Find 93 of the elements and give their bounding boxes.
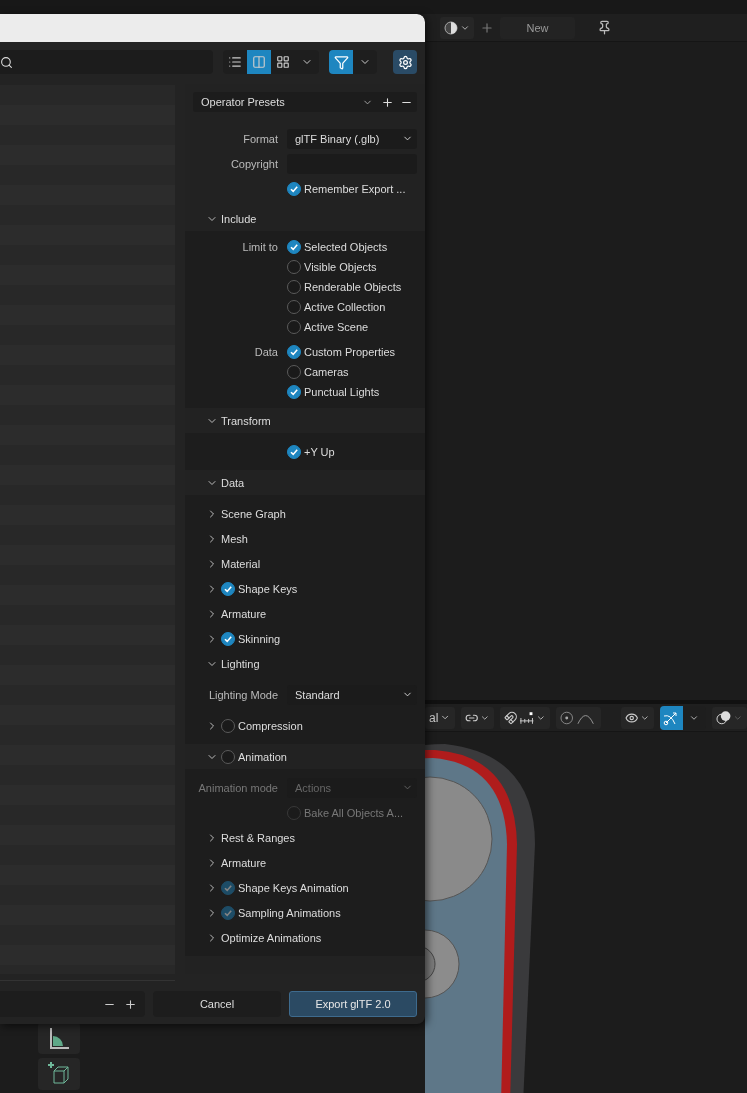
ruler-angle-icon [47,1026,71,1050]
checkbox[interactable] [287,385,301,399]
check-icon [289,387,299,397]
checkbox-label: Selected Objects [304,241,388,253]
new-field[interactable]: New [500,16,575,39]
dot-circle-icon [560,710,574,725]
magnet-icon [503,710,518,725]
section-title[interactable]: Data [221,476,245,489]
checkbox[interactable] [221,581,235,596]
grid-icon [276,55,290,69]
field-label: Limit to [242,241,278,253]
export-button[interactable]: Export glTF 2.0 [289,991,417,1017]
checkbox-label: Bake All Objects A... [304,806,404,819]
cancel-button[interactable]: Cancel [153,991,281,1017]
snap-increment-icon [519,710,535,725]
shading-dropdown[interactable] [440,16,474,39]
check-icon [289,347,299,357]
check-icon [223,633,233,644]
cube-plus-icon [46,1061,72,1087]
checkbox-label: Active Collection [304,301,386,313]
settings-icon [397,54,413,70]
section-title[interactable]: Include [221,212,257,225]
checkbox[interactable] [287,280,301,294]
search-icon [0,55,13,69]
columns-icon [252,55,266,69]
gizmo-icon [663,709,680,726]
section-title[interactable]: Armature [221,607,267,620]
snap-dropdown[interactable] [499,706,551,729]
increment-icon[interactable] [124,997,137,1011]
section-title[interactable]: Optimize Animations [221,931,322,944]
checkbox-label: Cameras [304,366,349,378]
checkbox-label: +Y Up [304,445,335,458]
filter-icon [333,54,349,70]
checkbox-label: Custom Properties [304,346,396,358]
dropdown[interactable]: glTF Binary (.glb) [287,128,417,149]
filename-field[interactable] [0,991,145,1017]
measure-tool-button[interactable] [38,1022,80,1054]
section-title[interactable]: Scene Graph [221,507,286,520]
visibility-dropdown[interactable] [620,706,654,729]
section-title[interactable]: Skinning [238,632,281,645]
section-title[interactable]: Transform [221,414,271,427]
checkbox[interactable] [221,631,235,646]
check-icon [223,583,233,594]
checkbox[interactable] [287,345,301,359]
overlapping-circles-icon [716,709,732,726]
field-label: Animation mode [198,781,278,794]
check-icon [289,183,299,194]
section-title[interactable]: Shape Keys [238,582,298,595]
checkbox[interactable] [287,181,301,196]
field-label: Lighting Mode [208,688,278,701]
proportional-edit-button[interactable] [556,706,601,729]
checkbox-label: Active Scene [304,321,369,333]
section-title[interactable]: Armature [221,856,267,869]
checkbox[interactable] [287,320,301,334]
pin-icon[interactable] [597,20,612,35]
checkbox-label: Punctual Lights [304,386,380,398]
check-icon [223,907,233,918]
link-dropdown[interactable] [460,706,494,729]
section-title[interactable]: Material [221,557,261,570]
gizmo-button[interactable] [659,705,683,730]
checkbox[interactable] [287,365,301,379]
checkbox[interactable] [221,749,235,764]
search-field[interactable] [0,50,213,74]
checkbox[interactable] [287,300,301,314]
list-icon [228,55,242,69]
filter-button[interactable] [329,50,353,74]
checkbox-label: Renderable Objects [304,281,402,293]
checkbox[interactable] [287,260,301,274]
eye-icon [624,710,639,725]
half-circle-icon [444,20,458,35]
field-label: Data [254,346,278,358]
section-title[interactable]: Rest & Ranges [221,831,295,844]
section-title[interactable]: Lighting [221,657,260,670]
add-icon[interactable] [381,95,394,109]
section-title[interactable]: Compression [238,719,303,732]
overlay-dropdown[interactable] [712,706,747,729]
settings-button[interactable] [393,50,417,74]
presets-label: Operator Presets [200,96,286,108]
field-label: Format [243,132,278,145]
check-icon [289,446,299,457]
checkbox[interactable] [221,718,235,733]
field-label: Copyright [230,157,278,170]
check-icon [223,882,233,893]
checkbox-label: Visible Objects [304,261,377,273]
pivot-dropdown[interactable]: al [425,706,455,729]
checkbox[interactable] [287,444,301,459]
checkbox[interactable] [287,240,301,254]
checkbox-label: Remember Export ... [304,182,406,195]
check-icon [289,242,299,252]
section-title[interactable]: Animation [238,750,287,763]
add-cube-tool-button[interactable] [38,1058,80,1090]
section-title[interactable]: Mesh [221,532,248,545]
presets-dropdown[interactable]: Operator Presets [193,92,417,112]
